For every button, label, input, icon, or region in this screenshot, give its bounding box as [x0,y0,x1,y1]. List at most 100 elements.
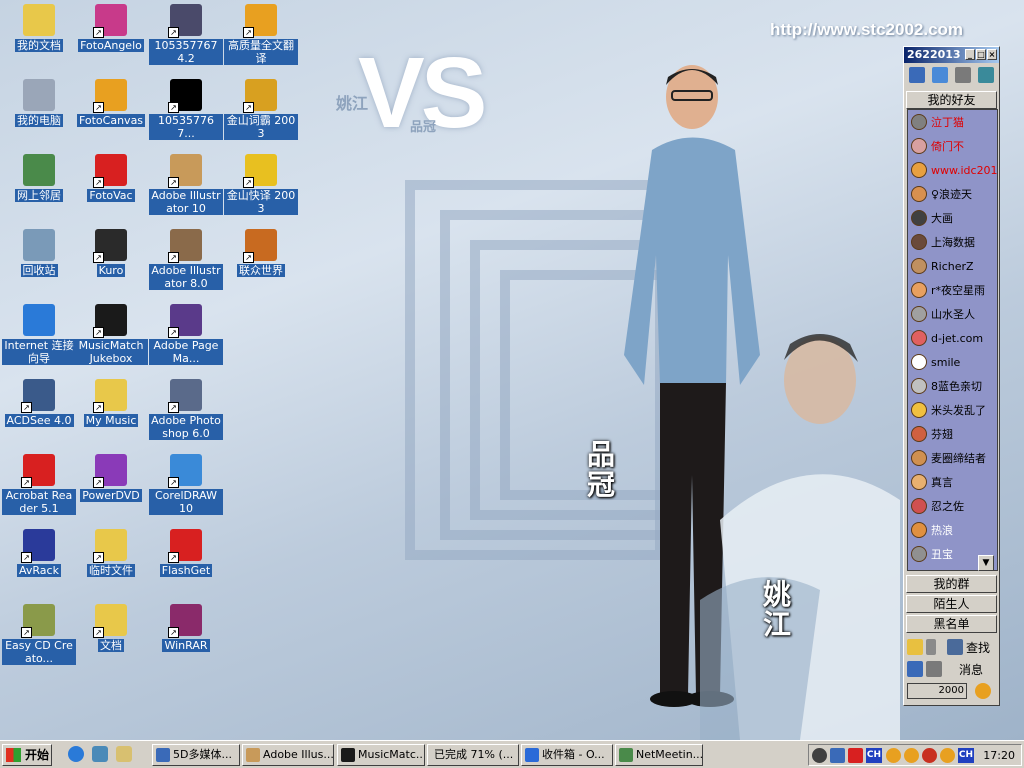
desktop-icon[interactable]: Internet 连接向导 [2,304,76,365]
desktop-icon[interactable]: ↗ FotoVac [74,154,148,202]
tray-ime-indicator[interactable]: CH [866,748,882,763]
desktop-icon[interactable]: ↗ FotoAngelo [74,4,148,52]
taskbar-button[interactable]: 收件箱 - O... [521,744,613,766]
qq-friend-item[interactable]: RicherZ [908,254,997,278]
desktop-icon[interactable]: ↗ 文档 [74,604,148,652]
desktop-icon[interactable]: ↗ Adobe Illustrator 8.0 [149,229,223,290]
qq-avatar-icon [911,378,927,394]
qq-friend-item[interactable]: 山水圣人 [908,302,997,326]
desktop-icon[interactable]: ↗ PowerDVD [74,454,148,502]
qq-phone-icon[interactable] [926,639,936,655]
qq-message-icon[interactable] [907,639,923,655]
qq-friend-item[interactable]: 泣丁猫 [908,110,997,134]
desktop-icon[interactable]: 我的电脑 [2,79,76,127]
speaker-icon[interactable] [926,661,942,677]
ie-quicklaunch-icon[interactable] [68,746,84,762]
qq-refresh-icon[interactable] [977,67,994,83]
desktop-icon[interactable]: ↗ My Music [74,379,148,427]
taskbar-button[interactable]: Adobe Illus... [242,744,334,766]
tray-ime-indicator[interactable]: CH [958,748,974,763]
shortcut-arrow-icon: ↗ [168,327,179,338]
qq-titlebar[interactable]: 2622013 _ □ × [904,47,999,63]
desktop-icon[interactable]: ↗ 105357767... [149,79,223,140]
tray-monitor-icon[interactable] [830,748,845,763]
desktop-icon-label: 金山词霸 2003 [224,114,298,140]
show-desktop-icon[interactable] [116,746,132,762]
desktop-icon-label: Adobe Illustrator 8.0 [149,264,223,290]
qq-mobile-icon[interactable] [954,67,971,83]
qq-status-icon[interactable] [907,661,923,677]
desktop-icon[interactable]: ↗ Adobe Illustrator 10 [149,154,223,215]
tray-penguin-icon[interactable] [940,748,955,763]
desktop-icon[interactable]: ↗ Kuro [74,229,148,277]
desktop-icon[interactable]: ↗ 金山快译 2003 [224,154,298,215]
qq-search-button[interactable]: 查找 [966,639,990,656]
desktop-icon[interactable]: ↗ MusicMatch Jukebox [74,304,148,365]
flashget-icon: ↗ [168,529,202,563]
taskbar-button[interactable]: MusicMatc... [337,744,425,766]
qq-friend-item[interactable]: d-jet.com [908,326,997,350]
outlook-quicklaunch-icon[interactable] [92,746,108,762]
desktop-icon[interactable]: ↗ WinRAR [149,604,223,652]
search-icon[interactable] [947,639,963,655]
qq-strangers-button[interactable]: 陌生人 [906,595,997,613]
taskbar-button[interactable]: 已完成 71% (... [427,744,519,766]
taskbar-button[interactable]: 5D多媒体... [152,744,240,766]
desktop-icon[interactable]: ↗ ACDSee 4.0 [2,379,76,427]
qq-friend-item[interactable]: smile [908,350,997,374]
qq-penguin-icon[interactable] [975,683,991,699]
scroll-down-icon[interactable]: ▼ [978,555,994,571]
qq-book-icon[interactable] [932,67,949,83]
qq-friend-item[interactable]: www.idc2010 [908,158,997,182]
clock[interactable]: 17:20 [983,748,1015,763]
desktop-icon[interactable]: 回收站 [2,229,76,277]
desktop-icon[interactable]: ↗ 联众世界 [224,229,298,277]
tray-qq-icon[interactable] [812,748,827,763]
desktop-icon[interactable]: ↗ 1053577674.2 [149,4,223,65]
desktop-icon[interactable]: ↗ 临时文件 [74,529,148,577]
qq-friend-item[interactable]: 芬翅 [908,422,997,446]
desktop-icon[interactable]: ↗ Acrobat Reader 5.1 [2,454,76,515]
qq-users-icon[interactable] [909,67,926,83]
qq-friend-item[interactable]: 米头发乱了 [908,398,997,422]
desktop-icon[interactable]: 网上邻居 [2,154,76,202]
tray-penguin-icon[interactable] [922,748,937,763]
qq-messages-button[interactable]: 消息 [959,661,983,678]
qq-friend-item[interactable]: ♀浪迹天 [908,182,997,206]
desktop-icon[interactable]: ↗ 金山词霸 2003 [224,79,298,140]
qq-friend-item[interactable]: 上海数据 [908,230,997,254]
qq-friend-item[interactable]: 忍之佐 [908,494,997,518]
desktop-icon[interactable]: ↗ FlashGet [149,529,223,577]
taskbar-button[interactable]: NetMeetin... [615,744,703,766]
shortcut-arrow-icon: ↗ [93,252,104,263]
qq-friend-item[interactable]: 倚门不 [908,134,997,158]
desktop-icon[interactable]: ↗ Easy CD Creato... [2,604,76,665]
qq-friend-item[interactable]: 热浪 [908,518,997,542]
qq-friend-item[interactable]: 真言 [908,470,997,494]
tray-flashget-icon[interactable] [848,748,863,763]
qq-friend-item[interactable]: 大画 [908,206,997,230]
qq-my-group-button[interactable]: 我的群 [906,575,997,593]
qq-blacklist-button[interactable]: 黑名单 [906,615,997,633]
desktop-icon[interactable]: ↗ CorelDRAW 10 [149,454,223,515]
desktop-icon-label: 1053577674.2 [149,39,223,65]
qq-friend-item[interactable]: 8蓝色亲切 [908,374,997,398]
qq-friend-item[interactable]: 麦圈缔结者 [908,446,997,470]
minimize-icon[interactable]: _ [965,49,975,60]
desktop-icon[interactable]: ↗ Adobe Photoshop 6.0 [149,379,223,440]
close-icon[interactable]: × [987,49,997,60]
desktop-icon[interactable]: 我的文档 [2,4,76,52]
tray-penguin-icon[interactable] [886,748,901,763]
qq-my-friends-button[interactable]: 我的好友 [906,91,997,109]
qq-friend-item[interactable]: r*夜空星雨 [908,278,997,302]
maximize-icon[interactable]: □ [976,49,986,60]
illustrator-task-icon [246,748,260,762]
start-label: 开始 [25,748,50,762]
qq-menu-button[interactable]: 2000 [907,683,967,699]
desktop-icon[interactable]: ↗ FotoCanvas [74,79,148,127]
tray-penguin-icon[interactable] [904,748,919,763]
desktop-icon[interactable]: ↗ Adobe PageMa... [149,304,223,365]
desktop-icon[interactable]: ↗ AvRack [2,529,76,577]
desktop-icon[interactable]: ↗ 高质量全文翻译 [224,4,298,65]
start-button[interactable]: 开始 [2,744,52,766]
